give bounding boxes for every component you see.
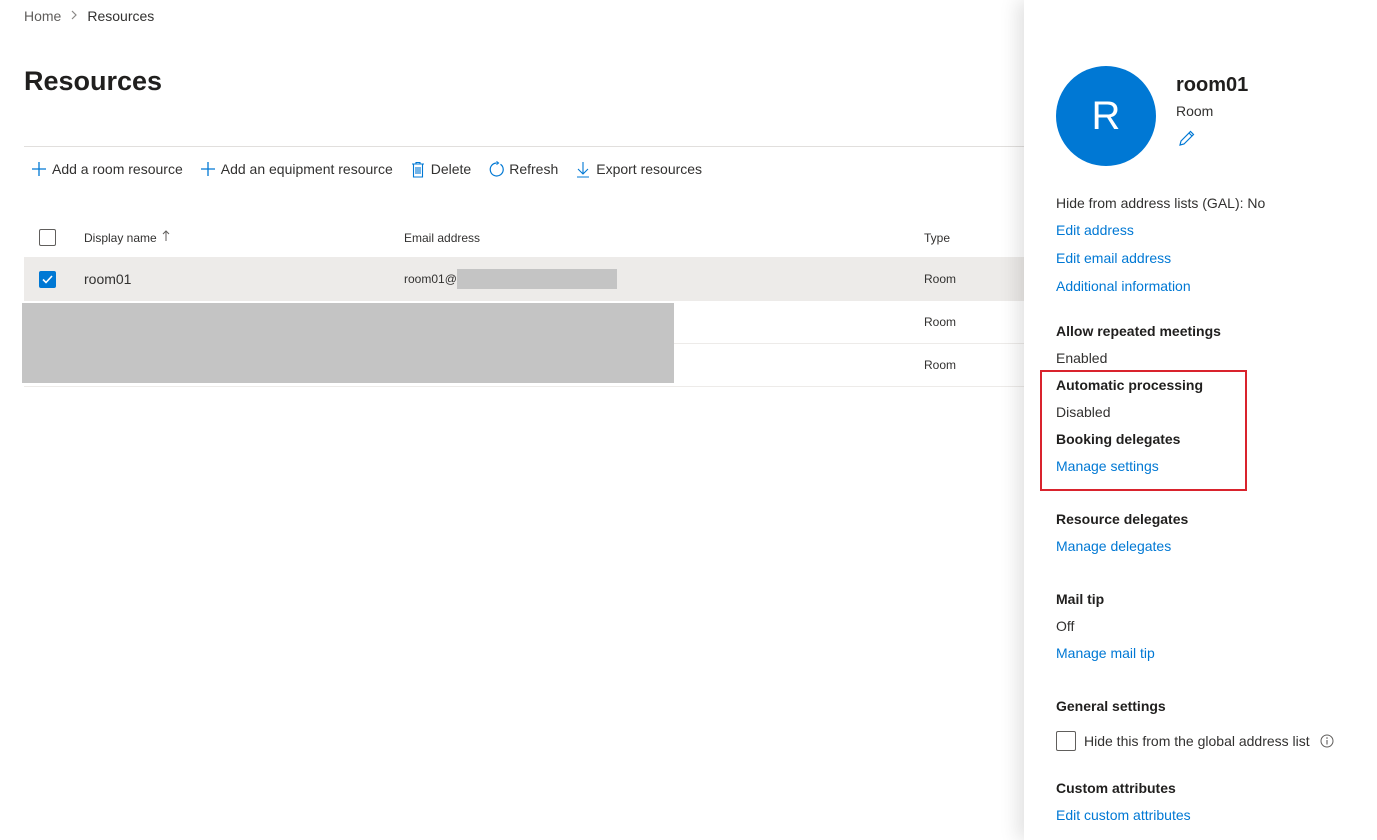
redacted-rows-block xyxy=(22,303,674,383)
plus-icon xyxy=(30,160,48,178)
refresh-button[interactable]: Refresh xyxy=(487,160,558,178)
refresh-label: Refresh xyxy=(509,161,559,177)
chevron-right-icon xyxy=(70,9,78,23)
command-bar: Add a room resource Add an equipment res… xyxy=(30,158,718,180)
mail-tip-value: Off xyxy=(1056,618,1075,634)
sort-ascending-icon xyxy=(162,230,170,245)
manage-mail-tip-link[interactable]: Manage mail tip xyxy=(1056,645,1155,661)
hide-gal-status: Hide from address lists (GAL): No xyxy=(1056,195,1266,211)
resource-name: room01 xyxy=(1176,74,1249,96)
table-header: Display name Email address Type xyxy=(24,218,1024,258)
hide-from-gal-checkbox[interactable] xyxy=(1056,731,1076,751)
manage-delegates-link[interactable]: Manage delegates xyxy=(1056,538,1171,554)
info-icon[interactable] xyxy=(1320,734,1334,748)
add-room-resource-button[interactable]: Add a room resource xyxy=(30,160,183,178)
resource-type: Room xyxy=(1176,103,1214,119)
download-icon xyxy=(574,160,592,178)
delete-label: Delete xyxy=(430,161,472,177)
highlight-annotation-box xyxy=(1040,370,1247,491)
row-email-text: room01@ xyxy=(404,272,457,286)
redacted-email-domain xyxy=(456,269,617,289)
select-all-checkbox[interactable] xyxy=(39,229,56,246)
row-display-name[interactable]: room01 xyxy=(84,271,404,287)
edit-name-button[interactable] xyxy=(1178,129,1196,152)
row-type: Room xyxy=(924,272,957,286)
hide-from-gal-label[interactable]: Hide this from the global address list xyxy=(1084,733,1310,749)
add-room-resource-label: Add a room resource xyxy=(52,161,183,177)
row-checkbox[interactable] xyxy=(39,270,56,288)
allow-repeated-meetings-value: Enabled xyxy=(1056,350,1108,366)
avatar: R xyxy=(1056,66,1156,166)
hide-from-gal-option: Hide this from the global address list xyxy=(1056,731,1334,751)
column-header-email[interactable]: Email address xyxy=(404,231,924,245)
allow-repeated-meetings-heading: Allow repeated meetings xyxy=(1056,323,1221,339)
custom-attributes-heading: Custom attributes xyxy=(1056,780,1176,796)
edit-email-address-link[interactable]: Edit email address xyxy=(1056,250,1171,266)
row-email: room01@ xyxy=(404,269,924,289)
page-title: Resources xyxy=(24,66,163,96)
toolbar-divider xyxy=(24,146,1024,147)
add-equipment-resource-label: Add an equipment resource xyxy=(220,161,393,177)
row-type: Room xyxy=(924,358,957,372)
additional-information-link[interactable]: Additional information xyxy=(1056,278,1191,294)
refresh-icon xyxy=(487,160,505,178)
column-header-type[interactable]: Type xyxy=(924,231,1024,245)
table-row[interactable]: room01 room01@ Room xyxy=(24,258,1024,301)
trash-icon xyxy=(409,160,427,178)
mail-tip-heading: Mail tip xyxy=(1056,591,1105,607)
row-type: Room xyxy=(924,315,957,329)
plus-icon xyxy=(199,160,217,178)
add-equipment-resource-button[interactable]: Add an equipment resource xyxy=(199,160,393,178)
delete-button[interactable]: Delete xyxy=(409,160,471,178)
breadcrumb-current: Resources xyxy=(87,8,155,24)
edit-address-link[interactable]: Edit address xyxy=(1056,222,1134,238)
breadcrumb-home-link[interactable]: Home xyxy=(24,8,61,24)
checkmark-icon xyxy=(42,274,53,284)
pencil-icon xyxy=(1179,130,1195,146)
edit-custom-attributes-link[interactable]: Edit custom attributes xyxy=(1056,807,1191,823)
export-resources-button[interactable]: Export resources xyxy=(574,160,702,178)
breadcrumb: Home Resources xyxy=(24,8,154,24)
export-resources-label: Export resources xyxy=(596,161,703,177)
general-settings-heading: General settings xyxy=(1056,698,1166,714)
column-header-display-name[interactable]: Display name xyxy=(84,230,404,245)
resource-delegates-heading: Resource delegates xyxy=(1056,511,1189,527)
column-header-display-name-label: Display name xyxy=(84,230,157,245)
